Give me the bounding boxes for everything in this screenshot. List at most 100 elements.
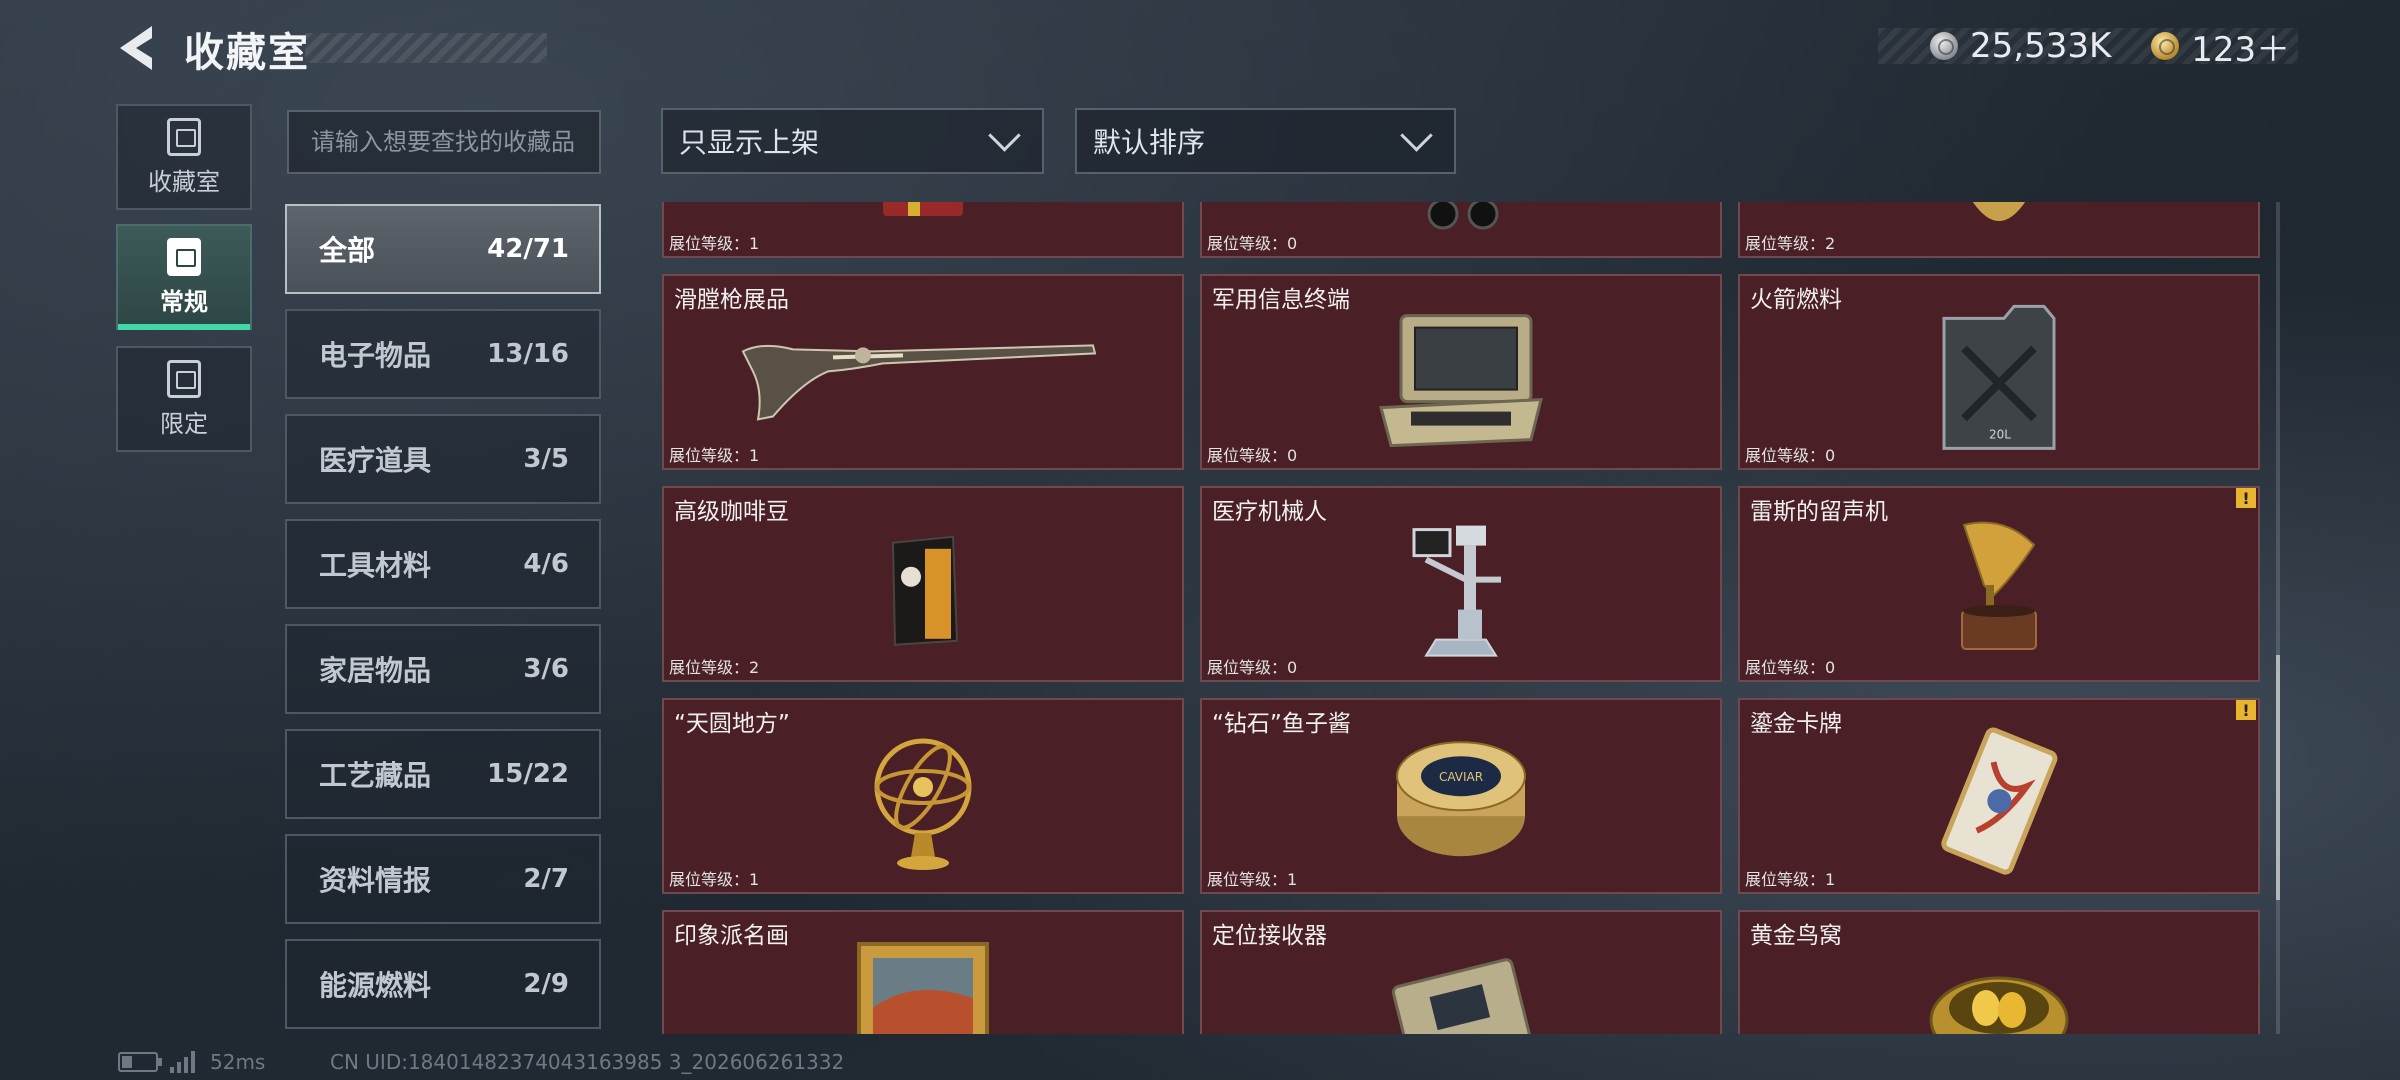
caviar-tin-icon: CAVIAR — [1396, 741, 1526, 857]
medical-robot-icon — [1412, 525, 1501, 657]
category-electronics[interactable]: 电子物品 13/16 — [285, 309, 601, 399]
chevron-down-icon — [1400, 118, 1433, 152]
category-household[interactable]: 家居物品 3/6 — [285, 624, 601, 714]
gold-coin-icon — [2151, 32, 2180, 60]
scrollbar-track[interactable] — [2276, 202, 2280, 1034]
warning-badge: ! — [2236, 700, 2256, 720]
category-crafts[interactable]: 工艺藏品 15/22 — [285, 729, 601, 819]
item-card[interactable]: “天圆地方” 展位等级：1 — [662, 698, 1184, 894]
sort-value: 默认排序 — [1093, 126, 1206, 159]
booth-level: 展位等级：0 — [1207, 234, 1298, 253]
item-card[interactable]: 黄金鸟窝 — [1738, 910, 2260, 1034]
category-intel[interactable]: 资料情报 2/7 — [285, 834, 601, 924]
booth-level: 展位等级：0 — [1745, 446, 1836, 465]
booth-level: 展位等级：0 — [1207, 446, 1298, 465]
category-count: 13/16 — [487, 339, 569, 369]
caviar-tin-label: CAVIAR — [1439, 770, 1483, 784]
gramophone-icon — [1961, 521, 2037, 650]
category-count: 3/6 — [523, 654, 569, 684]
category-name: 家居物品 — [319, 654, 432, 687]
item-name: 雷斯的留声机 — [1750, 499, 1888, 525]
category-name: 工艺藏品 — [319, 759, 432, 792]
signal-icon — [170, 1051, 198, 1073]
item-card[interactable]: 高级咖啡豆 展位等级：2 — [662, 486, 1184, 682]
golden-nest-icon — [1929, 976, 2069, 1034]
musket-icon — [741, 344, 1097, 421]
category-fuel[interactable]: 能源燃料 2/9 — [285, 939, 601, 1029]
gold-currency[interactable]: 123＋ — [2151, 22, 2290, 71]
coffee-bag-icon — [891, 535, 959, 646]
category-tools[interactable]: 工具材料 4/6 — [285, 519, 601, 609]
ping-value: 52ms — [210, 1050, 266, 1074]
item-name: 医疗机械人 — [1212, 499, 1327, 525]
category-name: 电子物品 — [319, 339, 432, 372]
user-uid: CN UID:18401482374043163985 3_2026062613… — [330, 1050, 845, 1074]
display-filter-value: 只显示上架 — [679, 126, 820, 159]
nav-tab-limited[interactable]: 限定 — [116, 346, 252, 452]
title-decoration — [305, 33, 547, 63]
item-name: 黄金鸟窝 — [1750, 923, 1842, 949]
chevron-down-icon — [988, 118, 1021, 152]
back-arrow-icon[interactable] — [112, 22, 160, 74]
category-all[interactable]: 全部 42/71 — [285, 204, 601, 294]
gold-ornament-icon — [1972, 202, 2026, 221]
category-name: 工具材料 — [319, 549, 432, 582]
category-count: 2/9 — [523, 969, 569, 999]
item-card[interactable]: 定位接收器 — [1200, 910, 1722, 1034]
scrollbar-thumb[interactable] — [2276, 655, 2280, 900]
item-card[interactable]: “钻石”鱼子酱 CAVIAR 展位等级：1 — [1200, 698, 1722, 894]
category-count: 4/6 — [523, 549, 569, 579]
item-name: 定位接收器 — [1212, 923, 1327, 949]
booth-level: 展位等级：2 — [669, 658, 760, 677]
item-name: 印象派名画 — [674, 923, 789, 949]
nav-tab-regular[interactable]: 常规 — [116, 224, 252, 330]
item-card[interactable]: 印象派名画 — [662, 910, 1184, 1034]
dynamite-icon — [883, 202, 963, 216]
framed-painting-icon — [857, 942, 989, 1034]
armillary-sphere-icon — [874, 738, 972, 870]
search-input[interactable] — [287, 110, 601, 174]
gilded-card-icon — [1941, 727, 2058, 875]
item-card[interactable]: 滑膛枪展品 展位等级：1 — [662, 274, 1184, 470]
item-name: “天圆地方” — [674, 711, 790, 737]
item-name: 滑膛枪展品 — [674, 287, 789, 313]
item-card[interactable]: 展位等级：2 — [1738, 202, 2260, 258]
category-medical[interactable]: 医疗道具 3/5 — [285, 414, 601, 504]
item-name: 军用信息终端 — [1212, 287, 1350, 313]
item-name: 高级咖啡豆 — [674, 499, 789, 525]
gold-currency-value: 123＋ — [2191, 29, 2291, 70]
booth-level: 展位等级：1 — [669, 234, 760, 253]
display-filter-dropdown[interactable]: 只显示上架 — [661, 108, 1044, 174]
category-count: 42/71 — [487, 234, 569, 264]
status-bar: 52ms — [118, 1050, 265, 1074]
category-count: 3/5 — [523, 444, 569, 474]
item-card[interactable]: 军用信息终端 展位等级：0 — [1200, 274, 1722, 470]
booth-level: 展位等级：2 — [1745, 234, 1836, 253]
category-name: 医疗道具 — [319, 444, 432, 477]
item-name: 鎏金卡牌 — [1750, 711, 1842, 737]
item-card[interactable]: 展位等级：0 — [1200, 202, 1722, 258]
silver-currency-value: 25,533K — [1970, 26, 2112, 66]
page-title: 收藏室 — [184, 30, 310, 76]
item-card[interactable]: 火箭燃料 20L 展位等级：0 — [1738, 274, 2260, 470]
nav-tab-label: 限定 — [160, 409, 208, 438]
item-card[interactable]: 医疗机械人 展位等级：0 — [1200, 486, 1722, 682]
category-name: 能源燃料 — [319, 969, 432, 1002]
booth-level: 展位等级：1 — [1745, 870, 1836, 889]
booth-level: 展位等级：1 — [669, 870, 760, 889]
battery-icon — [118, 1052, 162, 1072]
silver-currency[interactable]: 25,533K — [1930, 26, 2111, 66]
item-card[interactable]: 展位等级：1 — [662, 202, 1184, 258]
booth-level: 展位等级：1 — [669, 446, 760, 465]
silver-coin-icon — [1930, 32, 1958, 60]
category-count: 2/7 — [523, 864, 569, 894]
item-card[interactable]: 雷斯的留声机 展位等级：0 — [1738, 486, 2260, 682]
sort-dropdown[interactable]: 默认排序 — [1075, 108, 1456, 174]
nav-tab-collection-room[interactable]: 收藏室 — [116, 104, 252, 210]
category-count: 15/22 — [487, 759, 569, 789]
category-name: 全部 — [319, 234, 376, 267]
item-card[interactable]: 鎏金卡牌 展位等级：1 — [1738, 698, 2260, 894]
binoculars-icon — [1427, 202, 1499, 230]
image-frame-icon — [167, 359, 201, 398]
rugged-laptop-icon — [1379, 314, 1543, 448]
